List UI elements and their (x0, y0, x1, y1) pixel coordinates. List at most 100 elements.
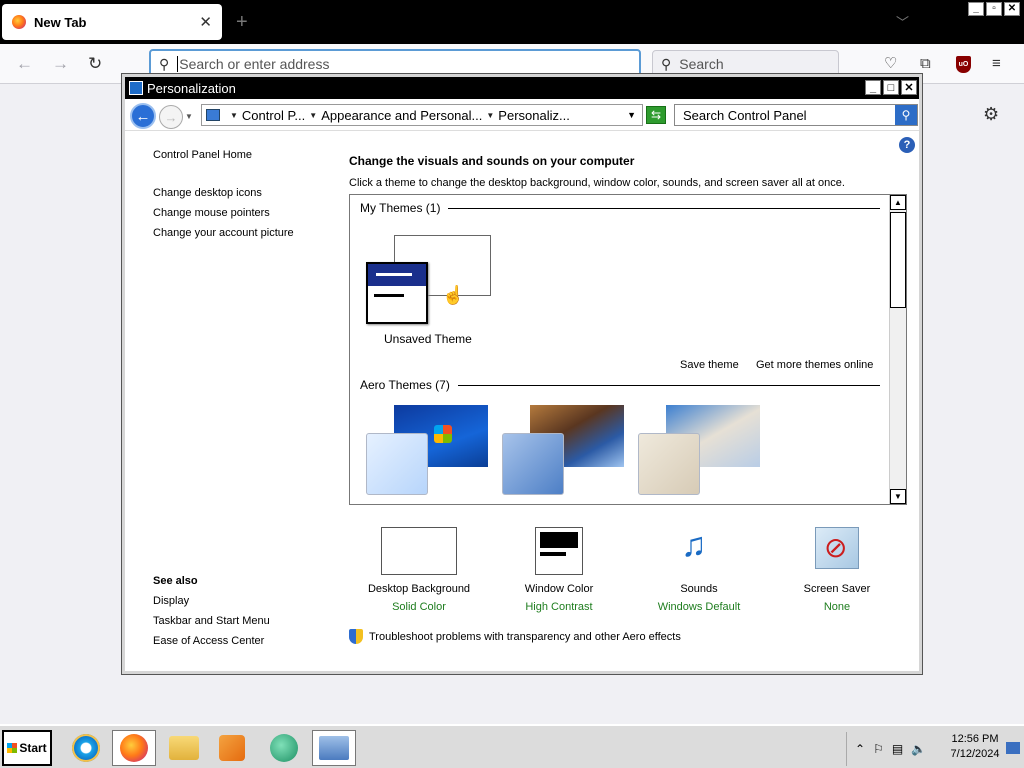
search-control-panel-input[interactable]: Search Control Panel ⚲ (674, 104, 918, 126)
option-name: Window Color (524, 583, 594, 595)
firefox-icon (12, 15, 26, 29)
desktop-background-option[interactable]: Desktop Background Solid Color (349, 525, 489, 613)
address-dropdown-icon[interactable]: ▼ (627, 110, 636, 120)
show-hidden-icons-icon[interactable]: ⌃ (855, 742, 865, 756)
messenger-taskbar-icon[interactable] (262, 730, 306, 766)
restore-button[interactable]: ▫ (986, 2, 1002, 16)
get-more-themes-link[interactable]: Get more themes online (756, 359, 873, 371)
control-panel-icon (129, 81, 143, 95)
minimize-button[interactable]: _ (968, 2, 984, 16)
browser-tab[interactable]: New Tab ✕ (2, 4, 222, 40)
start-button[interactable]: Start (2, 730, 52, 766)
file-explorer-taskbar-icon[interactable] (162, 730, 206, 766)
option-name: Desktop Background (367, 583, 471, 595)
save-theme-link[interactable]: Save theme (680, 359, 739, 371)
hand-cursor-icon: ☝ (442, 285, 465, 305)
option-name: Screen Saver (803, 583, 871, 595)
change-desktop-icons-link[interactable]: Change desktop icons (153, 187, 333, 199)
search-placeholder: Search (679, 56, 724, 72)
back-button[interactable]: ← (130, 103, 156, 129)
maximize-button[interactable]: □ (883, 80, 899, 95)
option-value[interactable]: None (767, 601, 907, 613)
breadcrumb-personalization[interactable]: Personaliz... (498, 108, 570, 123)
search-icon: ⚲ (661, 55, 672, 72)
unsaved-theme-label[interactable]: Unsaved Theme (384, 332, 472, 346)
show-desktop-button[interactable] (1006, 742, 1020, 754)
media-player-taskbar-icon[interactable] (210, 730, 254, 766)
screen-saver-option[interactable]: Screen Saver None (767, 525, 907, 613)
clock-time: 12:56 PM (951, 733, 999, 745)
ublock-icon[interactable]: uO (956, 56, 971, 73)
breadcrumb-appearance[interactable]: Appearance and Personal... (321, 108, 482, 123)
page-title: Change the visuals and sounds on your co… (349, 154, 635, 168)
theme-glass-preview (366, 433, 428, 495)
clock[interactable]: 12:56 PM 7/12/2024 (942, 732, 1008, 762)
forward-arrow-icon[interactable]: → (52, 54, 69, 74)
unsaved-theme-thumbnail[interactable]: ☝ (366, 235, 496, 327)
address-toolbar: ← → ▼ ▼ Control P... ▼ Appearance and Pe… (125, 99, 919, 131)
ease-of-access-link[interactable]: Ease of Access Center (153, 635, 270, 647)
list-tabs-icon[interactable]: ﹀ (896, 12, 909, 31)
option-value[interactable]: Solid Color (349, 601, 489, 613)
divider (448, 207, 880, 209)
aero-theme-characters[interactable] (638, 405, 762, 501)
tab-close-button[interactable]: ✕ (199, 13, 212, 31)
help-icon[interactable]: ? (899, 137, 915, 153)
breadcrumb-control-panel[interactable]: Control P... (242, 108, 305, 123)
option-value[interactable]: Windows Default (629, 601, 769, 613)
menu-icon[interactable]: ≡ (992, 55, 1001, 73)
my-themes-header: My Themes (1) (360, 201, 880, 215)
forward-button[interactable]: → (159, 105, 183, 129)
chevron-down-icon[interactable]: ▼ (486, 111, 494, 120)
close-button[interactable]: ✕ (1004, 2, 1020, 16)
tab-title: New Tab (34, 14, 87, 30)
left-nav: Control Panel Home Change desktop icons … (153, 149, 333, 247)
display-link[interactable]: Display (153, 595, 270, 607)
chevron-down-icon[interactable]: ▼ (309, 111, 317, 120)
breadcrumb[interactable]: ▼ Control P... ▼ Appearance and Personal… (201, 104, 643, 126)
network-icon[interactable]: ▤ (892, 742, 903, 756)
new-tab-button[interactable]: + (236, 10, 248, 34)
change-mouse-pointers-link[interactable]: Change mouse pointers (153, 207, 333, 219)
clock-date: 7/12/2024 (950, 748, 1000, 760)
back-arrow-icon[interactable]: ← (16, 54, 33, 74)
aero-themes-header: Aero Themes (7) (360, 378, 880, 392)
extensions-icon[interactable]: ⧉ (920, 55, 931, 73)
window-title: Personalization (147, 80, 236, 96)
scroll-thumb[interactable] (890, 212, 906, 308)
sounds-option[interactable]: ♫ Sounds Windows Default (629, 525, 769, 613)
theme-glass-preview (502, 433, 564, 495)
close-button[interactable]: ✕ (901, 80, 917, 95)
window-color-option[interactable]: Window Color High Contrast (489, 525, 629, 613)
browser-window-controls: _ ▫ ✕ (968, 2, 1020, 16)
scroll-down-icon[interactable]: ▼ (890, 489, 906, 504)
internet-explorer-taskbar-icon[interactable] (64, 730, 108, 766)
control-panel-taskbar-icon[interactable] (312, 730, 356, 766)
aero-theme-windows7[interactable] (366, 405, 490, 501)
window-controls: _ □ ✕ (865, 80, 917, 95)
pocket-icon[interactable]: ♡ (884, 55, 897, 73)
taskbar: Start ⌃ ⚐ ▤ 🔈 12:56 PM 7/12/2024 (0, 724, 1024, 768)
window-title-bar: Personalization _ □ ✕ (125, 77, 919, 99)
recent-pages-dropdown-icon[interactable]: ▼ (185, 112, 193, 121)
control-panel-home-link[interactable]: Control Panel Home (153, 149, 333, 161)
action-center-flag-icon[interactable]: ⚐ (873, 742, 884, 756)
scroll-up-icon[interactable]: ▲ (890, 195, 906, 210)
troubleshoot-label[interactable]: Troubleshoot problems with transparency … (369, 631, 681, 643)
search-icon[interactable]: ⚲ (895, 105, 917, 125)
volume-muted-icon[interactable]: 🔈 (911, 742, 926, 756)
firefox-taskbar-icon[interactable] (112, 730, 156, 766)
theme-list-scrollbar[interactable]: ▲ ▼ (889, 195, 906, 504)
troubleshoot-link[interactable]: Troubleshoot problems with transparency … (349, 629, 681, 644)
aero-theme-architecture[interactable] (502, 405, 626, 501)
refresh-button[interactable]: ⇆ (646, 106, 666, 124)
chevron-down-icon[interactable]: ▼ (230, 111, 238, 120)
settings-gear-icon[interactable]: ⚙ (983, 104, 999, 125)
minimize-button[interactable]: _ (865, 80, 881, 95)
change-account-picture-link[interactable]: Change your account picture (153, 227, 333, 239)
taskbar-start-menu-link[interactable]: Taskbar and Start Menu (153, 615, 270, 627)
reload-icon[interactable]: ↻ (88, 54, 102, 74)
option-value[interactable]: High Contrast (489, 601, 629, 613)
search-icon: ⚲ (159, 55, 170, 72)
sounds-icon: ♫ (681, 526, 707, 564)
